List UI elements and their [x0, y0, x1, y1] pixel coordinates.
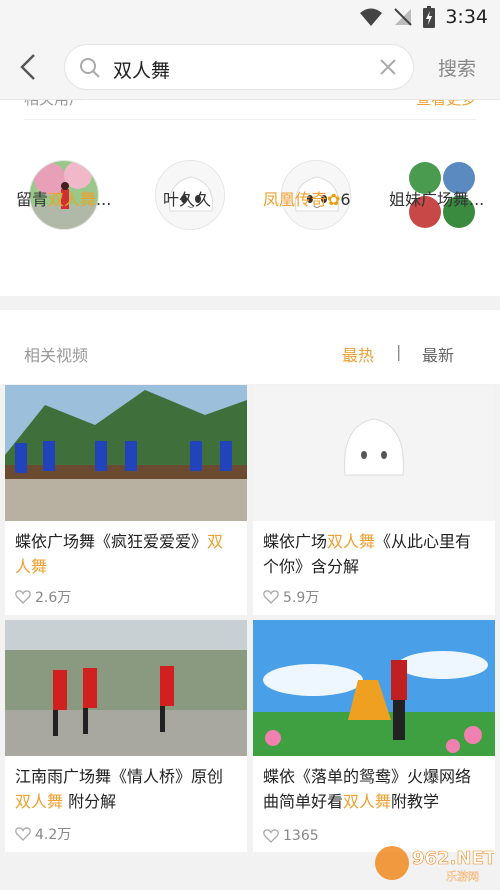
sort-divider: |	[396, 342, 402, 361]
related-users-section: 相关用户 查看更多 留青双人舞... 叶久久 凤凰传奇✿6 姐妹广场舞...	[0, 100, 500, 296]
user-name: 姐妹广场舞...	[389, 190, 485, 209]
video-title: 江南雨广场舞《情人桥》原创 双人舞 附分解	[15, 767, 224, 811]
video-card[interactable]: 江南雨广场舞《情人桥》原创 双人舞 附分解 4.2万	[5, 620, 247, 852]
heart-icon	[15, 590, 31, 604]
video-card[interactable]: 蝶依《落单的鸳鸯》火爆网络曲简单好看双人舞附教学 1365	[253, 620, 495, 852]
video-title: 蝶依广场舞《疯狂爱爱爱》双人舞	[15, 532, 224, 576]
related-videos-title: 相关视频	[24, 346, 89, 365]
sunflower-icon: ✿	[327, 190, 341, 209]
user-name: 留青双人舞...	[16, 190, 112, 209]
watermark-title: 962.NET	[412, 848, 494, 869]
heart-icon	[15, 827, 31, 841]
wifi-icon	[360, 8, 383, 26]
video-thumbnail-placeholder	[253, 385, 495, 521]
related-videos-section: 相关视频 最热 | 最新 蝶依广场舞《疯狂爱爱爱》双人舞 2.6万 蝶依广场双人…	[0, 310, 500, 890]
search-query: 双人舞	[113, 60, 171, 82]
no-signal-icon	[394, 8, 413, 26]
search-input[interactable]: 双人舞	[64, 44, 414, 90]
like-count: 5.9万	[263, 587, 319, 607]
video-title: 蝶依《落单的鸳鸯》火爆网络曲简单好看双人舞附教学	[263, 767, 472, 811]
watermark-subtitle: 乐游网	[446, 870, 479, 883]
see-more-link[interactable]: 查看更多	[416, 100, 476, 109]
status-bar: 3:34	[0, 0, 500, 34]
battery-charging-icon	[423, 6, 436, 28]
clear-icon[interactable]	[379, 58, 397, 76]
heart-icon	[263, 829, 279, 843]
video-thumbnail	[5, 385, 247, 521]
related-users-header: 相关用户 查看更多	[24, 100, 476, 120]
user-name: 叶久久	[163, 190, 212, 209]
video-title: 蝶依广场双人舞《从此心里有个你》含分解	[263, 532, 472, 576]
like-count: 2.6万	[15, 587, 71, 607]
like-count: 4.2万	[15, 824, 71, 844]
search-bar: 双人舞 搜索	[0, 34, 500, 100]
watermark-logo: 962.NET 乐游网	[374, 842, 497, 884]
back-arrow-icon[interactable]	[16, 52, 42, 82]
sort-new-tab[interactable]: 最新	[422, 342, 454, 366]
video-thumbnail	[253, 620, 495, 756]
heart-icon	[263, 590, 279, 604]
video-card[interactable]: 蝶依广场双人舞《从此心里有个你》含分解 5.9万	[253, 385, 495, 615]
related-users-title: 相关用户	[24, 100, 84, 109]
sort-hot-tab[interactable]: 最热	[342, 342, 374, 366]
user-name: 凤凰传奇✿6	[263, 190, 351, 209]
search-icon	[80, 58, 100, 78]
search-button[interactable]: 搜索	[438, 54, 476, 81]
video-thumbnail	[5, 620, 247, 756]
related-videos-header: 相关视频 最热 | 最新	[0, 310, 500, 384]
video-card[interactable]: 蝶依广场舞《疯狂爱爱爱》双人舞 2.6万	[5, 385, 247, 615]
like-count: 1365	[263, 828, 319, 844]
clock: 3:34	[445, 6, 488, 28]
